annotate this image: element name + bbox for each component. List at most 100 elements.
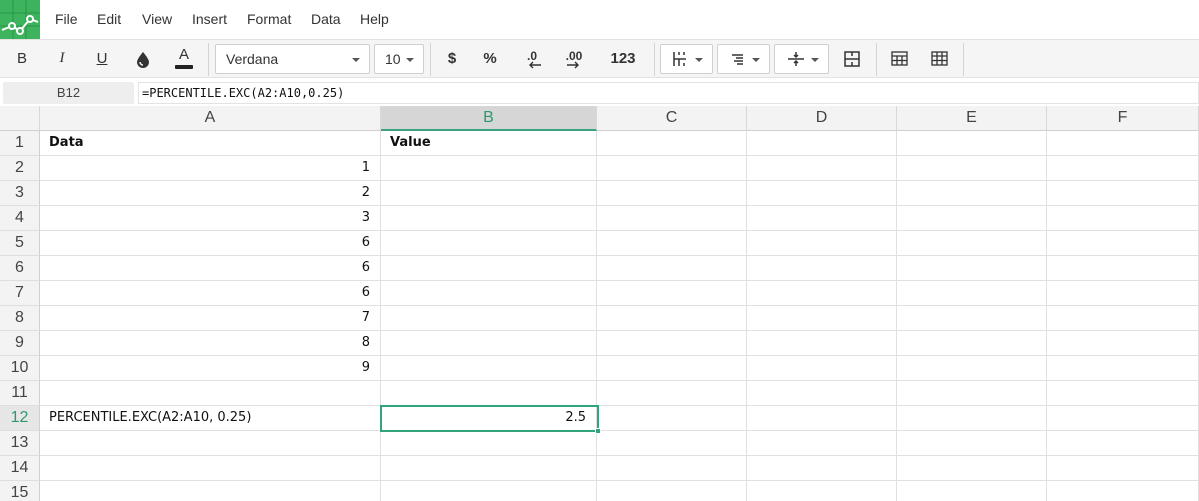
- cell-e2[interactable]: [897, 156, 1047, 181]
- cell-f1[interactable]: [1047, 131, 1199, 156]
- cell-b11[interactable]: [381, 381, 597, 406]
- cell-e11[interactable]: [897, 381, 1047, 406]
- font-family-select[interactable]: Verdana: [215, 44, 370, 74]
- cell-e9[interactable]: [897, 331, 1047, 356]
- cell-d7[interactable]: [747, 281, 897, 306]
- cell-f3[interactable]: [1047, 181, 1199, 206]
- cell-c10[interactable]: [597, 356, 747, 381]
- cell-a11[interactable]: [40, 381, 381, 406]
- cell-a15[interactable]: [40, 481, 381, 501]
- cell-c9[interactable]: [597, 331, 747, 356]
- cell-f7[interactable]: [1047, 281, 1199, 306]
- cell-d1[interactable]: [747, 131, 897, 156]
- cell-e15[interactable]: [897, 481, 1047, 501]
- cell-f15[interactable]: [1047, 481, 1199, 501]
- cell-e4[interactable]: [897, 206, 1047, 231]
- cell-a12[interactable]: PERCENTILE.EXC(A2:A10, 0.25): [40, 406, 381, 431]
- cell-d15[interactable]: [747, 481, 897, 501]
- column-header-c[interactable]: C: [597, 106, 747, 131]
- column-header-e[interactable]: E: [897, 106, 1047, 131]
- cell-b1[interactable]: Value: [381, 131, 597, 156]
- cell-a8[interactable]: 7: [40, 306, 381, 331]
- cell-d13[interactable]: [747, 431, 897, 456]
- cell-a13[interactable]: [40, 431, 381, 456]
- cell-b10[interactable]: [381, 356, 597, 381]
- cell-f6[interactable]: [1047, 256, 1199, 281]
- text-color-button[interactable]: A: [168, 40, 200, 77]
- merge-cells-button[interactable]: [836, 40, 868, 77]
- menu-insert[interactable]: Insert: [192, 11, 227, 27]
- currency-format-button[interactable]: $: [436, 40, 468, 77]
- cell-d4[interactable]: [747, 206, 897, 231]
- cell-f5[interactable]: [1047, 231, 1199, 256]
- cell-f8[interactable]: [1047, 306, 1199, 331]
- menu-help[interactable]: Help: [360, 11, 389, 27]
- freeze-rows-button[interactable]: [883, 40, 915, 77]
- menu-view[interactable]: View: [142, 11, 172, 27]
- cell-d14[interactable]: [747, 456, 897, 481]
- percent-format-button[interactable]: %: [474, 40, 506, 77]
- borders-dropdown[interactable]: [660, 44, 713, 74]
- cell-d9[interactable]: [747, 331, 897, 356]
- cell-a14[interactable]: [40, 456, 381, 481]
- cell-b9[interactable]: [381, 331, 597, 356]
- cell-e8[interactable]: [897, 306, 1047, 331]
- cell-b5[interactable]: [381, 231, 597, 256]
- cell-c12[interactable]: [597, 406, 747, 431]
- cell-a3[interactable]: 2: [40, 181, 381, 206]
- row-header-14[interactable]: 14: [0, 456, 40, 481]
- cell-a2[interactable]: 1: [40, 156, 381, 181]
- app-logo-icon[interactable]: [0, 0, 40, 39]
- decrease-decimal-button[interactable]: .0: [514, 40, 550, 77]
- column-header-d[interactable]: D: [747, 106, 897, 131]
- cell-b6[interactable]: [381, 256, 597, 281]
- cell-f14[interactable]: [1047, 456, 1199, 481]
- cell-f12[interactable]: [1047, 406, 1199, 431]
- menu-edit[interactable]: Edit: [97, 11, 121, 27]
- cell-f10[interactable]: [1047, 356, 1199, 381]
- font-size-select[interactable]: 10: [374, 44, 424, 74]
- cell-b12[interactable]: 2.5: [381, 406, 597, 431]
- cell-f2[interactable]: [1047, 156, 1199, 181]
- cell-b4[interactable]: [381, 206, 597, 231]
- menu-format[interactable]: Format: [247, 11, 291, 27]
- row-header-12[interactable]: 12: [0, 406, 40, 431]
- italic-button[interactable]: I: [46, 40, 78, 77]
- horizontal-align-dropdown[interactable]: [717, 44, 770, 74]
- increase-decimal-button[interactable]: .00: [556, 40, 592, 77]
- cell-c7[interactable]: [597, 281, 747, 306]
- cell-b13[interactable]: [381, 431, 597, 456]
- row-header-1[interactable]: 1: [0, 131, 40, 156]
- formula-input[interactable]: =PERCENTILE.EXC(A2:A10,0.25): [138, 82, 1199, 104]
- column-header-f[interactable]: F: [1047, 106, 1199, 131]
- cell-e14[interactable]: [897, 456, 1047, 481]
- cell-e1[interactable]: [897, 131, 1047, 156]
- row-header-6[interactable]: 6: [0, 256, 40, 281]
- cell-d6[interactable]: [747, 256, 897, 281]
- cell-e13[interactable]: [897, 431, 1047, 456]
- cell-c8[interactable]: [597, 306, 747, 331]
- fill-color-button[interactable]: [127, 40, 159, 77]
- row-header-8[interactable]: 8: [0, 306, 40, 331]
- menu-data[interactable]: Data: [311, 11, 341, 27]
- cell-d5[interactable]: [747, 231, 897, 256]
- row-header-4[interactable]: 4: [0, 206, 40, 231]
- cell-e7[interactable]: [897, 281, 1047, 306]
- cell-c2[interactable]: [597, 156, 747, 181]
- vertical-align-dropdown[interactable]: [774, 44, 829, 74]
- bold-button[interactable]: B: [6, 40, 38, 77]
- number-format-button[interactable]: 123: [602, 40, 644, 77]
- freeze-columns-button[interactable]: [923, 40, 955, 77]
- cell-f13[interactable]: [1047, 431, 1199, 456]
- cell-a10[interactable]: 9: [40, 356, 381, 381]
- row-header-11[interactable]: 11: [0, 381, 40, 406]
- cell-d8[interactable]: [747, 306, 897, 331]
- cell-d2[interactable]: [747, 156, 897, 181]
- column-header-a[interactable]: A: [40, 106, 381, 131]
- menu-file[interactable]: File: [55, 11, 78, 27]
- cell-c6[interactable]: [597, 256, 747, 281]
- row-header-7[interactable]: 7: [0, 281, 40, 306]
- cell-e5[interactable]: [897, 231, 1047, 256]
- cell-b15[interactable]: [381, 481, 597, 501]
- row-header-3[interactable]: 3: [0, 181, 40, 206]
